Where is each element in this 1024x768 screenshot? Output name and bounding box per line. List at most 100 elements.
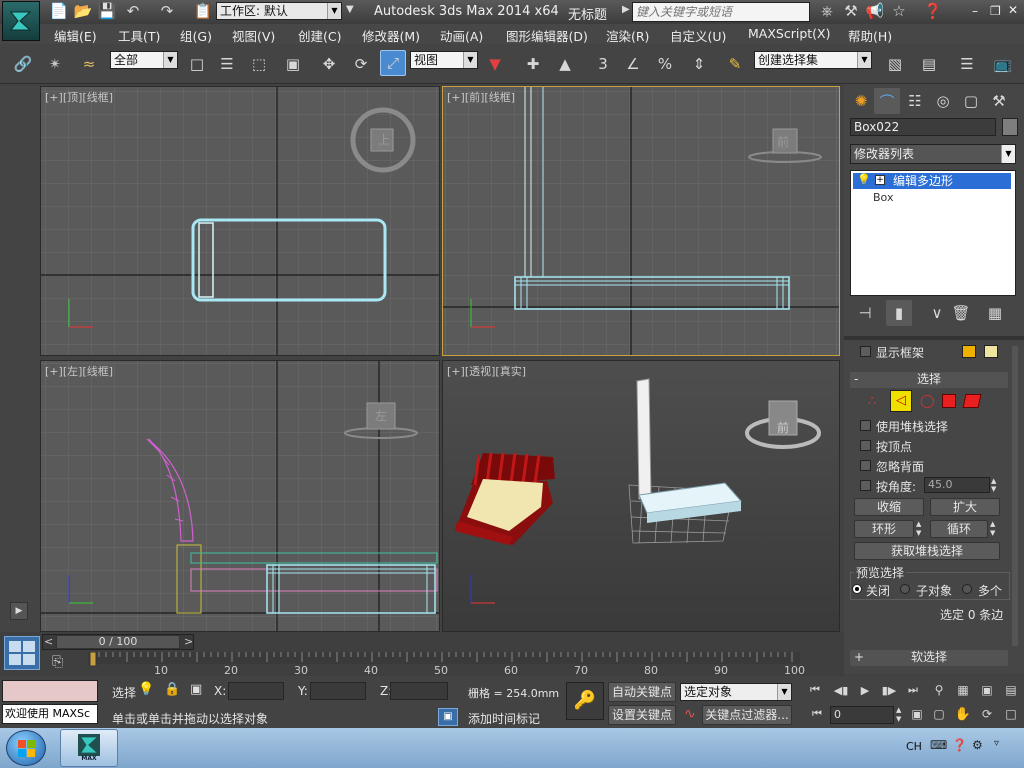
rollout-selection-header[interactable]: - 选择 — [850, 372, 1008, 388]
ring-spinner-icon[interactable]: ▲ ▼ — [916, 520, 921, 538]
isolate-bulb-icon[interactable]: 💡 — [138, 682, 154, 697]
link-icon[interactable]: 🔗 — [10, 51, 36, 77]
viewport-layout-icon[interactable] — [4, 636, 40, 670]
menu-rendering[interactable]: 渲染(R) — [606, 26, 649, 45]
workspace-dropdown[interactable]: 工作区: 默认 ▼ — [216, 2, 342, 20]
quick-access-menu-icon[interactable]: ▼ — [346, 4, 354, 15]
menu-views[interactable]: 视图(V) — [232, 26, 275, 45]
remove-modifier-icon[interactable]: 🗑 — [948, 300, 974, 326]
show-frame-checkbox[interactable] — [860, 346, 871, 357]
time-tag-icon[interactable]: ▣ — [438, 708, 458, 726]
red-bed-model[interactable] — [455, 452, 555, 545]
viewcube-face-label[interactable]: 前 — [777, 133, 789, 150]
play-icon[interactable]: ▶ — [854, 680, 876, 700]
angle-snap-icon[interactable]: ∠ — [620, 51, 646, 77]
viewport-label-front[interactable]: [+][前][线框] — [447, 89, 515, 105]
orbit-icon[interactable]: ⟳ — [976, 704, 998, 724]
viewport-perspective[interactable]: [+][透视][真实] 前 — [442, 360, 840, 632]
communication-center-icon[interactable]: 📢 — [862, 0, 888, 22]
binoculars-icon[interactable]: ⎈ — [814, 0, 840, 22]
go-to-start-icon[interactable]: ⏮ — [804, 680, 826, 700]
snaps-toggle-icon[interactable]: 3 — [590, 51, 616, 77]
show-end-result-icon[interactable]: ▮ — [886, 300, 912, 326]
menu-graph-editors[interactable]: 图形编辑器(D) — [506, 26, 588, 45]
viewport-top[interactable]: [+][顶][线框] 上 — [40, 86, 440, 356]
zoom-icon[interactable]: ⚲ — [928, 680, 950, 700]
set-key-icon[interactable]: 🔑 — [566, 682, 604, 720]
selection-lock-icon[interactable]: 🔒 — [164, 682, 180, 697]
key-filter-curve-icon[interactable]: ∿ — [684, 706, 696, 722]
polygon-subobject-icon[interactable] — [942, 394, 956, 408]
white-bed-model[interactable] — [636, 378, 743, 523]
edge-subobject-icon[interactable]: ◁ — [890, 390, 912, 412]
use-stack-selection-checkbox[interactable] — [860, 420, 871, 431]
object-name-field[interactable]: Box022 — [850, 118, 996, 136]
absolute-mode-icon[interactable]: ▣ — [190, 682, 202, 697]
viewport-label-top[interactable]: [+][顶][线框] — [45, 89, 113, 105]
create-tab-icon[interactable]: ✺ — [848, 88, 874, 114]
radio-subobject[interactable] — [900, 584, 910, 594]
window-crossing-icon[interactable]: ▣ — [280, 51, 306, 77]
menu-group[interactable]: 组(G) — [180, 26, 212, 45]
radio-multi[interactable] — [962, 584, 972, 594]
auto-key-button[interactable]: 自动关键点 — [608, 682, 676, 702]
frame-spinner-icon[interactable]: ▲ ▼ — [896, 706, 901, 724]
app-logo-button[interactable] — [2, 1, 40, 41]
help-tray-icon[interactable]: ❓ — [952, 738, 967, 752]
make-unique-icon[interactable]: ∨ — [924, 300, 950, 326]
zoom-extents-icon[interactable]: ▣ — [976, 680, 998, 700]
element-subobject-icon[interactable] — [962, 394, 982, 408]
tray-arrow-icon[interactable]: ▿ — [994, 738, 999, 749]
by-angle-checkbox[interactable] — [860, 480, 871, 491]
grow-button[interactable]: 扩大 — [930, 498, 1000, 516]
viewcube-face-label[interactable]: 前 — [777, 419, 789, 436]
current-frame-input[interactable]: 0 — [830, 706, 894, 724]
keyboard-shortcut-icon[interactable]: ▲ — [552, 51, 578, 77]
display-tab-icon[interactable]: ▢ — [958, 88, 984, 114]
set-key-button[interactable]: 设置关键点 — [608, 705, 676, 725]
pivot-center-icon[interactable]: ▼ — [482, 51, 508, 77]
modifier-list-dropdown[interactable]: 修改器列表 ▼ — [850, 144, 1016, 164]
select-object-icon[interactable]: □ — [184, 51, 210, 77]
loop-spinner-icon[interactable]: ▲ ▼ — [990, 520, 995, 538]
minimize-button[interactable]: – — [972, 4, 978, 18]
time-configuration-icon[interactable]: ▣ — [906, 704, 928, 724]
angle-spinner-input[interactable]: 45.0 — [924, 477, 990, 493]
y-coordinate-input[interactable] — [310, 682, 366, 700]
scale-icon[interactable]: ⤢ — [380, 50, 406, 76]
border-subobject-icon[interactable]: ◯ — [920, 394, 935, 409]
maxscript-mini-listener[interactable]: 欢迎使用 MAXSc — [2, 704, 98, 724]
menu-maxscript[interactable]: MAXScript(X) — [748, 26, 830, 41]
render-setup-icon[interactable]: 📺 — [990, 51, 1016, 77]
restore-button[interactable]: ❐ — [990, 4, 1001, 18]
named-selection-set-dropdown[interactable]: 创建选择集 ▼ — [754, 51, 872, 69]
select-by-name-icon[interactable]: ☰ — [214, 51, 240, 77]
expand-arrow-icon[interactable]: ▶ — [10, 602, 28, 620]
modify-tab-icon[interactable]: ⌒ — [874, 88, 900, 114]
menu-tools[interactable]: 工具(T) — [118, 26, 160, 45]
pan-view-icon[interactable]: ✋ — [952, 704, 974, 724]
spinner-arrows-icon[interactable]: ▲ ▼ — [991, 477, 1001, 493]
get-stack-selection-button[interactable]: 获取堆栈选择 — [854, 542, 1000, 560]
taskbar-3dsmax-button[interactable]: MAX — [60, 729, 118, 767]
spinner-snap-icon[interactable]: ⇕ — [686, 51, 712, 77]
z-coordinate-input[interactable] — [390, 682, 448, 700]
viewport-front[interactable]: [+][前][线框] 前 — [442, 86, 840, 356]
zoom-extents-all-icon[interactable]: ▤ — [1000, 680, 1022, 700]
key-filters-button[interactable]: 关键点过滤器... — [702, 705, 792, 725]
pin-stack-icon[interactable]: ⊣ — [852, 300, 878, 326]
tray-settings-icon[interactable]: ⚙ — [972, 738, 983, 752]
help-icon[interactable]: ❓ — [920, 0, 946, 22]
x-coordinate-input[interactable] — [228, 682, 284, 700]
zoom-region-icon[interactable]: ▢ — [928, 704, 950, 724]
key-mode-toggle-icon[interactable]: ⏮ — [806, 704, 828, 724]
menu-customize[interactable]: 自定义(U) — [670, 26, 726, 45]
edit-named-selection-icon[interactable]: ✎ — [722, 51, 748, 77]
menu-edit[interactable]: 编辑(E) — [54, 26, 97, 45]
key-mode-dropdown[interactable]: 选定对象 ▼ — [680, 683, 792, 701]
panel-scrollbar[interactable] — [1012, 346, 1018, 646]
time-slider-next-icon[interactable]: > — [184, 635, 193, 648]
menu-create[interactable]: 创建(C) — [298, 26, 341, 45]
go-to-end-icon[interactable]: ⏭ — [902, 680, 924, 700]
time-slider-prev-icon[interactable]: < — [44, 635, 53, 648]
